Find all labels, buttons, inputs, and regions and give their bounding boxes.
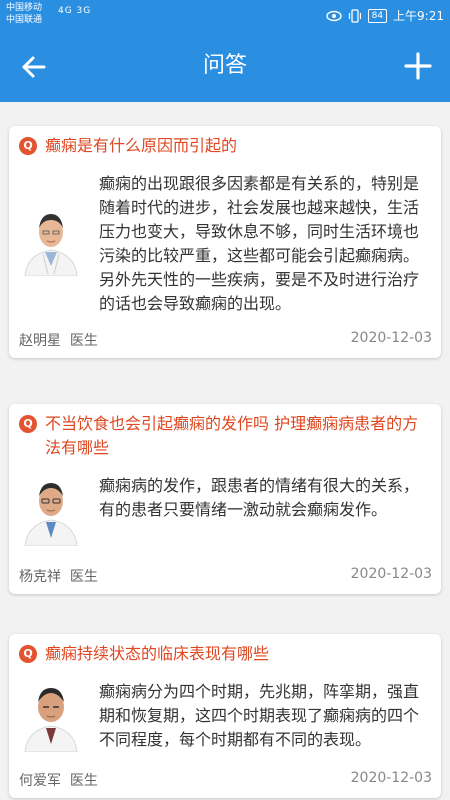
qa-card[interactable]: Q 癫痫是有什么原因而引起的 癫痫的出现跟很多因素都是有关系的，特别是随着时代的… xyxy=(9,126,441,358)
answer-row: 癫痫病的发作，跟患者的情绪有很大的关系，有的患者只要情绪一激动就会癫痫发作。 xyxy=(9,460,441,546)
network-type: 4G 3G xyxy=(58,6,92,16)
answer-row: 癫痫的出现跟很多因素都是有关系的，特别是随着时代的进步，社会发展也越来越快，生活… xyxy=(9,158,441,316)
question-badge: Q xyxy=(19,415,37,433)
app-bar: 问答 xyxy=(0,30,450,102)
card-footer: 杨克祥 医生 2020-12-03 xyxy=(19,566,432,586)
card-footer: 何爱军 医生 2020-12-03 xyxy=(19,770,432,790)
carrier-info: 中国移动 中国联通 xyxy=(6,2,42,26)
doctor-role: 医生 xyxy=(69,569,98,585)
post-date: 2020-12-03 xyxy=(350,330,432,346)
battery-indicator: 84 xyxy=(367,8,388,23)
status-icons: 84 上午9:21 xyxy=(325,7,444,24)
doctor-info: 杨克祥 医生 xyxy=(19,566,98,586)
qa-feed[interactable]: Q 癫痫是有什么原因而引起的 癫痫的出现跟很多因素都是有关系的，特别是随着时代的… xyxy=(0,102,450,800)
question-row: Q 癫痫持续状态的临床表现有哪些 xyxy=(9,634,441,666)
doctor-name[interactable]: 赵明星 xyxy=(19,333,61,349)
doctor-name[interactable]: 杨克祥 xyxy=(19,569,61,585)
answer-row: 癫痫病分为四个时期，先兆期，阵挛期，强直期和恢复期，这四个时期表现了癫痫病的四个… xyxy=(9,666,441,752)
question-title[interactable]: 癫痫持续状态的临床表现有哪些 xyxy=(45,642,269,666)
carrier-1: 中国移动 xyxy=(6,3,43,13)
qa-card[interactable]: Q 癫痫持续状态的临床表现有哪些 癫痫病分为四个时期，先兆期，阵挛期，强直期和恢… xyxy=(9,634,441,798)
doctor-info: 何爱军 医生 xyxy=(19,770,98,790)
status-bar: 中国移动 中国联通 4G 3G 84 上午9:21 xyxy=(0,0,450,30)
doctor-role: 医生 xyxy=(69,773,98,789)
doctor-info: 赵明星 医生 xyxy=(19,330,98,350)
answer-text: 癫痫的出现跟很多因素都是有关系的，特别是随着时代的进步，社会发展也越来越快，生活… xyxy=(99,174,420,313)
doctor-avatar xyxy=(21,204,81,276)
question-title[interactable]: 不当饮食也会引起癫痫的发作吗 护理癫痫病患者的方法有哪些 xyxy=(45,412,431,460)
status-time: 上午9:21 xyxy=(393,9,444,23)
doctor-avatar xyxy=(21,680,81,752)
answer-text: 癫痫病分为四个时期，先兆期，阵挛期，强直期和恢复期，这四个时期表现了癫痫病的四个… xyxy=(99,682,420,749)
question-badge: Q xyxy=(19,137,37,155)
question-title[interactable]: 癫痫是有什么原因而引起的 xyxy=(45,134,237,158)
plus-icon xyxy=(404,52,432,80)
question-row: Q 癫痫是有什么原因而引起的 xyxy=(9,126,441,158)
question-row: Q 不当饮食也会引起癫痫的发作吗 护理癫痫病患者的方法有哪些 xyxy=(9,404,441,460)
qa-card[interactable]: Q 不当饮食也会引起癫痫的发作吗 护理癫痫病患者的方法有哪些 癫痫病的发作，跟患… xyxy=(9,404,441,594)
carrier-2: 中国联通 xyxy=(6,15,43,25)
post-date: 2020-12-03 xyxy=(350,770,432,786)
doctor-role: 医生 xyxy=(69,333,98,349)
vibrate-icon xyxy=(348,8,361,23)
page-title: 问答 xyxy=(202,53,247,78)
question-badge: Q xyxy=(19,645,37,663)
post-date: 2020-12-03 xyxy=(350,566,432,582)
add-button[interactable] xyxy=(402,50,434,82)
eye-icon xyxy=(325,10,342,21)
doctor-name[interactable]: 何爱军 xyxy=(19,773,61,789)
answer-text: 癫痫病的发作，跟患者的情绪有很大的关系，有的患者只要情绪一激动就会癫痫发作。 xyxy=(99,476,420,519)
doctor-avatar xyxy=(21,474,81,546)
card-footer: 赵明星 医生 2020-12-03 xyxy=(19,330,432,350)
